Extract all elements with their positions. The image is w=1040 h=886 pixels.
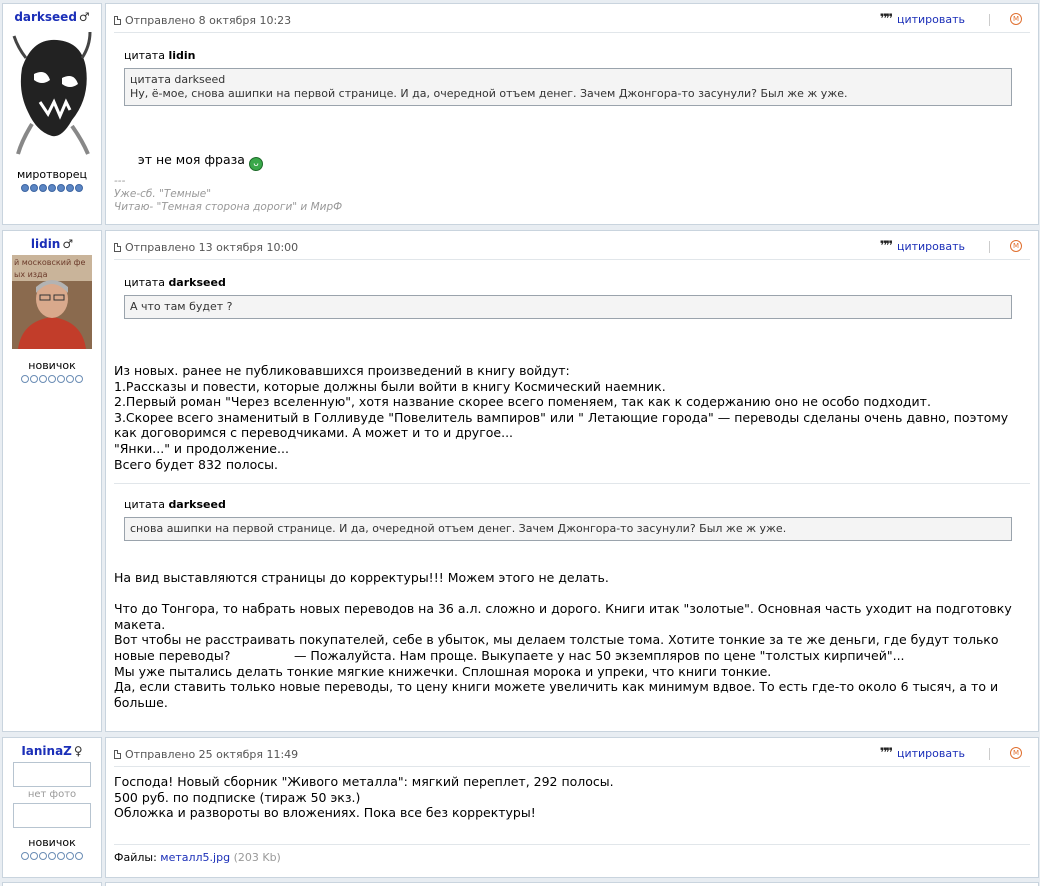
user-rank: новичок	[28, 359, 76, 372]
svg-text:ых изда: ых изда	[14, 270, 48, 279]
female-icon: ♀	[73, 744, 83, 758]
quote-button[interactable]: ❞❞ цитировать	[880, 746, 965, 761]
quote-box: А что там будет ?	[124, 295, 1012, 319]
divider	[989, 748, 990, 760]
rank-dot	[21, 375, 29, 383]
file-size: (203 Kb)	[233, 851, 281, 864]
quote-icon: ❞❞	[879, 746, 893, 761]
attachments: Файлы: металл5.jpg (203 Kb)	[114, 844, 1030, 864]
rank-dot	[30, 375, 38, 383]
quote-title: цитата lidin	[124, 49, 196, 62]
post-date: Отправлено 25 октября 11:49	[125, 747, 299, 761]
divider	[114, 483, 1030, 484]
rank-dot	[57, 184, 65, 192]
rank-dot	[75, 852, 83, 860]
photo-avatar: й московский фе ых изда	[12, 255, 92, 349]
no-photo-label: нет фото	[27, 789, 77, 800]
author-name[interactable]: IaninaZ ♀	[3, 744, 101, 758]
author-panel: darkseed ♂ миротворец	[2, 3, 102, 225]
quote-icon: ❞❞	[879, 12, 893, 27]
post-date: Отправлено 8 октября 10:23	[125, 13, 292, 27]
author-name[interactable]: lidin ♂	[3, 237, 101, 251]
moderator-icon[interactable]: M	[1010, 240, 1022, 252]
next-post-edge	[0, 882, 1040, 886]
smiley-icon: ᴗ	[248, 156, 263, 171]
author-name[interactable]: darkseed ♂	[3, 10, 101, 24]
quote-button[interactable]: ❞❞ цитировать	[880, 12, 965, 27]
rank-dot	[75, 184, 83, 192]
rank-dot	[21, 852, 29, 860]
divider	[114, 259, 1030, 260]
quote-block: цитата darkseed А что там будет ?	[124, 276, 1012, 319]
post-body: Отправлено 13 октября 10:00 ❞❞ цитироват…	[105, 230, 1039, 732]
rank-dot	[39, 375, 47, 383]
post-1: darkseed ♂ миротворец Отправлено 8 октябр…	[0, 3, 1040, 225]
post-text: Из новых. ранее не публиковавшихся произ…	[114, 363, 1009, 472]
divider	[989, 14, 990, 26]
rank-dot	[48, 375, 56, 383]
rank-dot	[75, 375, 83, 383]
rank-dots	[3, 852, 101, 860]
rank-dot	[48, 184, 56, 192]
author-panel: lidin ♂ й московский фе ых изда новичок	[2, 230, 102, 732]
male-icon: ♂	[62, 237, 74, 251]
user-rank: новичок	[28, 836, 76, 849]
rank-dot	[48, 852, 56, 860]
post-text: Господа! Новый сборник "Живого металла":…	[114, 774, 614, 821]
divider	[114, 32, 1030, 33]
rank-dot	[30, 852, 38, 860]
post-body: Отправлено 25 октября 11:49 ❞❞ цитироват…	[105, 737, 1039, 878]
author-panel: IaninaZ ♀ нет фото новичок	[2, 737, 102, 878]
svg-text:й московский фе: й московский фе	[14, 258, 86, 267]
post-date: Отправлено 13 октября 10:00	[125, 240, 299, 254]
quote-button[interactable]: ❞❞ цитировать	[880, 239, 965, 254]
files-label: Файлы:	[114, 851, 157, 864]
male-icon: ♂	[78, 10, 90, 24]
quote-icon: ❞❞	[879, 239, 893, 254]
moderator-icon[interactable]: M	[1010, 747, 1022, 759]
post-2: lidin ♂ й московский фе ых изда новичок О…	[0, 230, 1040, 732]
rank-dot	[30, 184, 38, 192]
signature: --- Уже-сб. "Темные" Читаю- "Темная стор…	[114, 175, 343, 213]
dark-creature-avatar	[12, 28, 92, 156]
rank-dot	[57, 852, 65, 860]
attachment-link[interactable]: металл5.jpg	[160, 851, 230, 864]
inner-quote-title: цитата darkseed	[130, 73, 226, 86]
post-3: IaninaZ ♀ нет фото новичок Отправлено 25 …	[0, 737, 1040, 878]
rank-dot	[66, 852, 74, 860]
post-icon	[114, 15, 121, 25]
divider	[114, 766, 1030, 767]
moderator-icon[interactable]: M	[1010, 13, 1022, 25]
rank-dot	[21, 184, 29, 192]
post-header: Отправлено 25 октября 11:49 ❞❞ цитироват…	[114, 746, 1030, 762]
post-text: На вид выставляются страницы до корректу…	[114, 570, 1012, 710]
rank-dot	[66, 375, 74, 383]
rank-dot	[39, 184, 47, 192]
post-icon	[114, 749, 121, 759]
quote-title: цитата darkseed	[124, 498, 226, 511]
post-header: Отправлено 8 октября 10:23 ❞❞ цитировать…	[114, 12, 1030, 28]
rank-dots	[3, 184, 101, 192]
quote-box: цитата darkseed Ну, ё-мое, снова ашипки …	[124, 68, 1012, 106]
post-body: Отправлено 8 октября 10:23 ❞❞ цитировать…	[105, 3, 1039, 225]
rank-dots	[3, 375, 101, 383]
quote-block: цитата darkseed снова ашипки на первой с…	[124, 498, 1012, 541]
rank-dot	[57, 375, 65, 383]
rank-dot	[66, 184, 74, 192]
divider	[989, 241, 990, 253]
post-icon	[114, 242, 121, 252]
post-header: Отправлено 13 октября 10:00 ❞❞ цитироват…	[114, 239, 1030, 255]
inner-quote-text: Ну, ё-мое, снова ашипки на первой страни…	[130, 87, 848, 100]
quote-box: снова ашипки на первой странице. И да, о…	[124, 517, 1012, 541]
rank-dot	[39, 852, 47, 860]
user-rank: миротворец	[16, 168, 88, 181]
quote-title: цитата darkseed	[124, 276, 226, 289]
quote-block: цитата lidin цитата darkseed Ну, ё-мое, …	[124, 49, 1012, 106]
no-photo-avatar: нет фото	[13, 762, 91, 828]
